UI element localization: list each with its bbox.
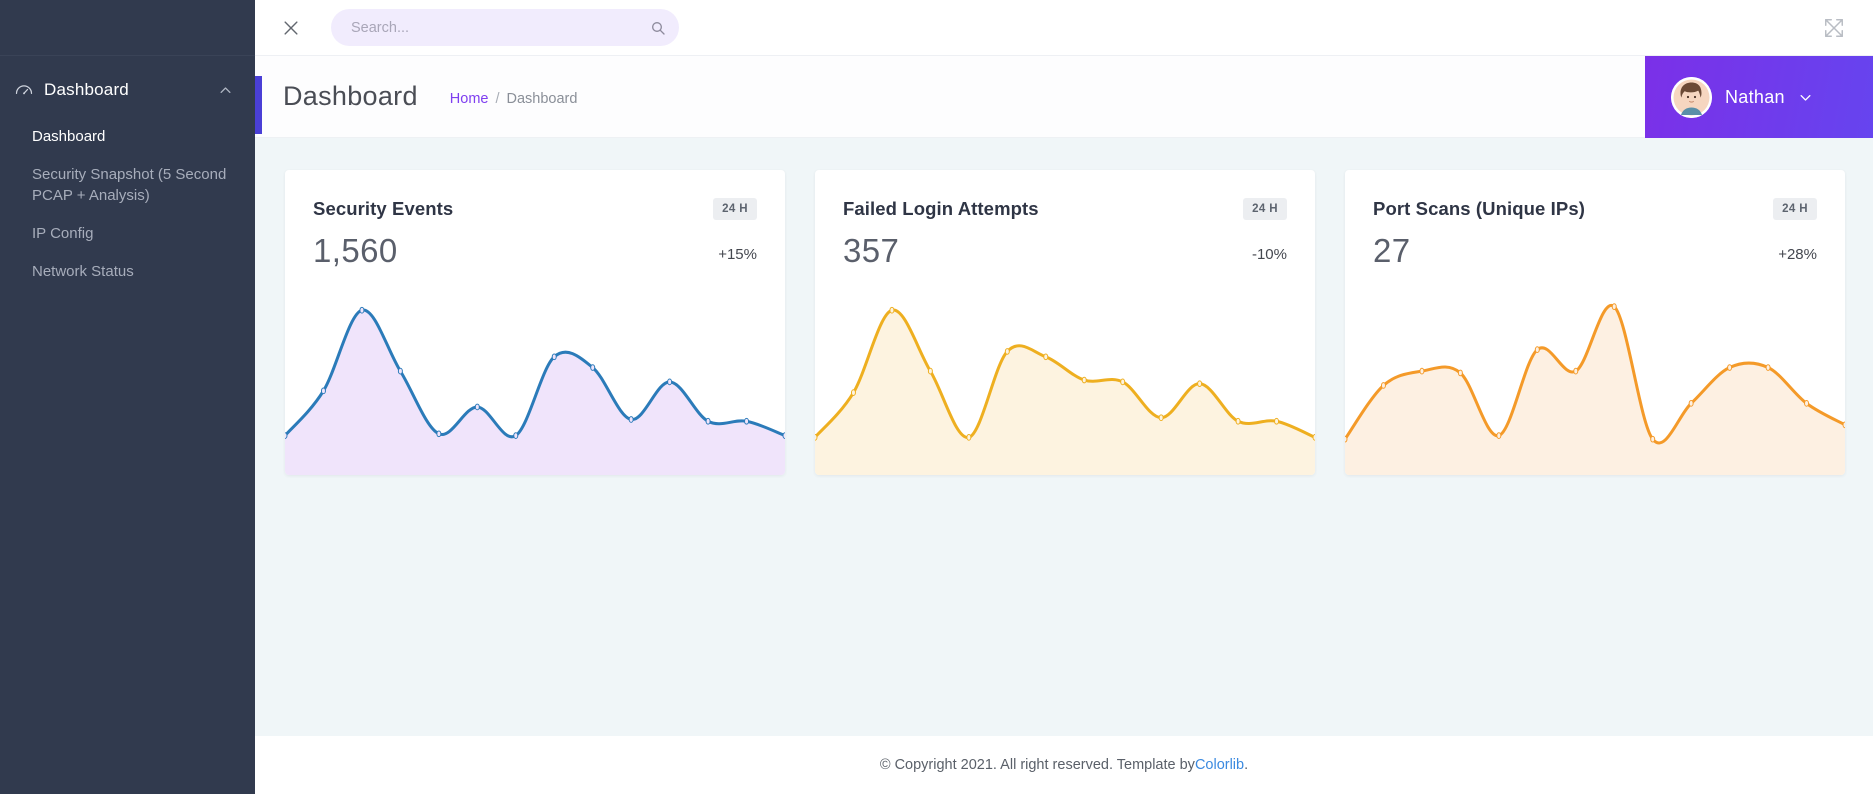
main-column: Dashboard Home / Dashboard [255, 0, 1873, 794]
sidebar-topbar [0, 0, 255, 56]
speedometer-icon [10, 80, 38, 100]
sidebar-item-security-snapshot[interactable]: Security Snapshot (5 Second PCAP + Analy… [0, 156, 255, 215]
card-value: 1,560 [313, 232, 398, 269]
card-header: Port Scans (Unique IPs) 24 H [1345, 170, 1845, 220]
fullscreen-expand-icon[interactable] [1817, 11, 1851, 45]
card-value: 27 [1373, 232, 1411, 269]
status-badge: 24 H [1773, 198, 1817, 220]
chevron-down-icon[interactable] [1798, 90, 1813, 105]
footer-text: © Copyright 2021. All right reserved. Te… [879, 757, 1195, 773]
card-title: Port Scans (Unique IPs) [1373, 198, 1586, 219]
card-title: Security Events [313, 198, 454, 219]
card-figures: 27 +28% [1345, 220, 1845, 270]
app-root: Dashboard Dashboard Security Snapshot (5… [0, 0, 1873, 794]
breadcrumb-current: Dashboard [506, 90, 578, 107]
content-area: Security Events 24 H 1,560 +15% Failed L… [255, 138, 1873, 736]
breadcrumb-separator: / [495, 90, 500, 107]
sidebar: Dashboard Dashboard Security Snapshot (5… [0, 0, 255, 794]
footer: © Copyright 2021. All right reserved. Te… [255, 736, 1873, 794]
card-value: 357 [843, 232, 900, 269]
avatar [1671, 76, 1712, 118]
chevron-up-icon[interactable] [218, 83, 233, 98]
search-input[interactable] [331, 9, 679, 46]
search-icon[interactable] [650, 20, 666, 36]
card-title: Failed Login Attempts [843, 198, 1039, 219]
breadcrumb: Home / Dashboard [450, 87, 578, 107]
status-badge: 24 H [1243, 198, 1287, 220]
sidebar-submenu: Dashboard Security Snapshot (5 Second PC… [0, 112, 255, 291]
card-delta: +28% [1778, 246, 1817, 263]
card-header: Failed Login Attempts 24 H [815, 170, 1315, 220]
top-utility-bar [255, 0, 1873, 56]
breadcrumb-home[interactable]: Home [450, 91, 489, 107]
page-title: Dashboard [283, 81, 418, 111]
card-delta: -10% [1251, 246, 1287, 263]
card-header: Security Events 24 H [285, 170, 785, 220]
stat-card-security-events: Security Events 24 H 1,560 +15% [285, 170, 785, 475]
card-figures: 1,560 +15% [285, 220, 785, 270]
footer-suffix: . [1244, 757, 1249, 773]
header-accent-bar [255, 76, 262, 134]
sparkline-chart-port-scans [1345, 276, 1845, 475]
card-figures: 357 -10% [815, 220, 1315, 270]
profile-menu[interactable]: Nathan [1645, 56, 1873, 138]
sparkline-chart-security-events [285, 276, 785, 475]
profile-name: Nathan [1725, 86, 1785, 107]
card-delta: +15% [718, 246, 757, 263]
footer-link[interactable]: Colorlib [1195, 757, 1244, 773]
sidebar-item-network-status[interactable]: Network Status [0, 253, 255, 291]
search-box [331, 9, 679, 46]
sparkline-chart-failed-logins [815, 276, 1315, 475]
status-badge: 24 H [713, 198, 757, 220]
stat-card-failed-logins: Failed Login Attempts 24 H 357 -10% [815, 170, 1315, 475]
sidebar-group-label: Dashboard [44, 80, 129, 99]
sidebar-item-dashboard[interactable]: Dashboard [0, 118, 255, 156]
sidebar-item-ip-config[interactable]: IP Config [0, 215, 255, 253]
sidebar-group-dashboard[interactable]: Dashboard [0, 68, 255, 112]
stat-card-row: Security Events 24 H 1,560 +15% Failed L… [285, 170, 1873, 475]
close-icon[interactable] [273, 10, 309, 46]
stat-card-port-scans: Port Scans (Unique IPs) 24 H 27 +28% [1345, 170, 1845, 475]
page-header: Dashboard Home / Dashboard Nathan [255, 56, 1873, 138]
sidebar-nav: Dashboard Dashboard Security Snapshot (5… [0, 56, 255, 291]
